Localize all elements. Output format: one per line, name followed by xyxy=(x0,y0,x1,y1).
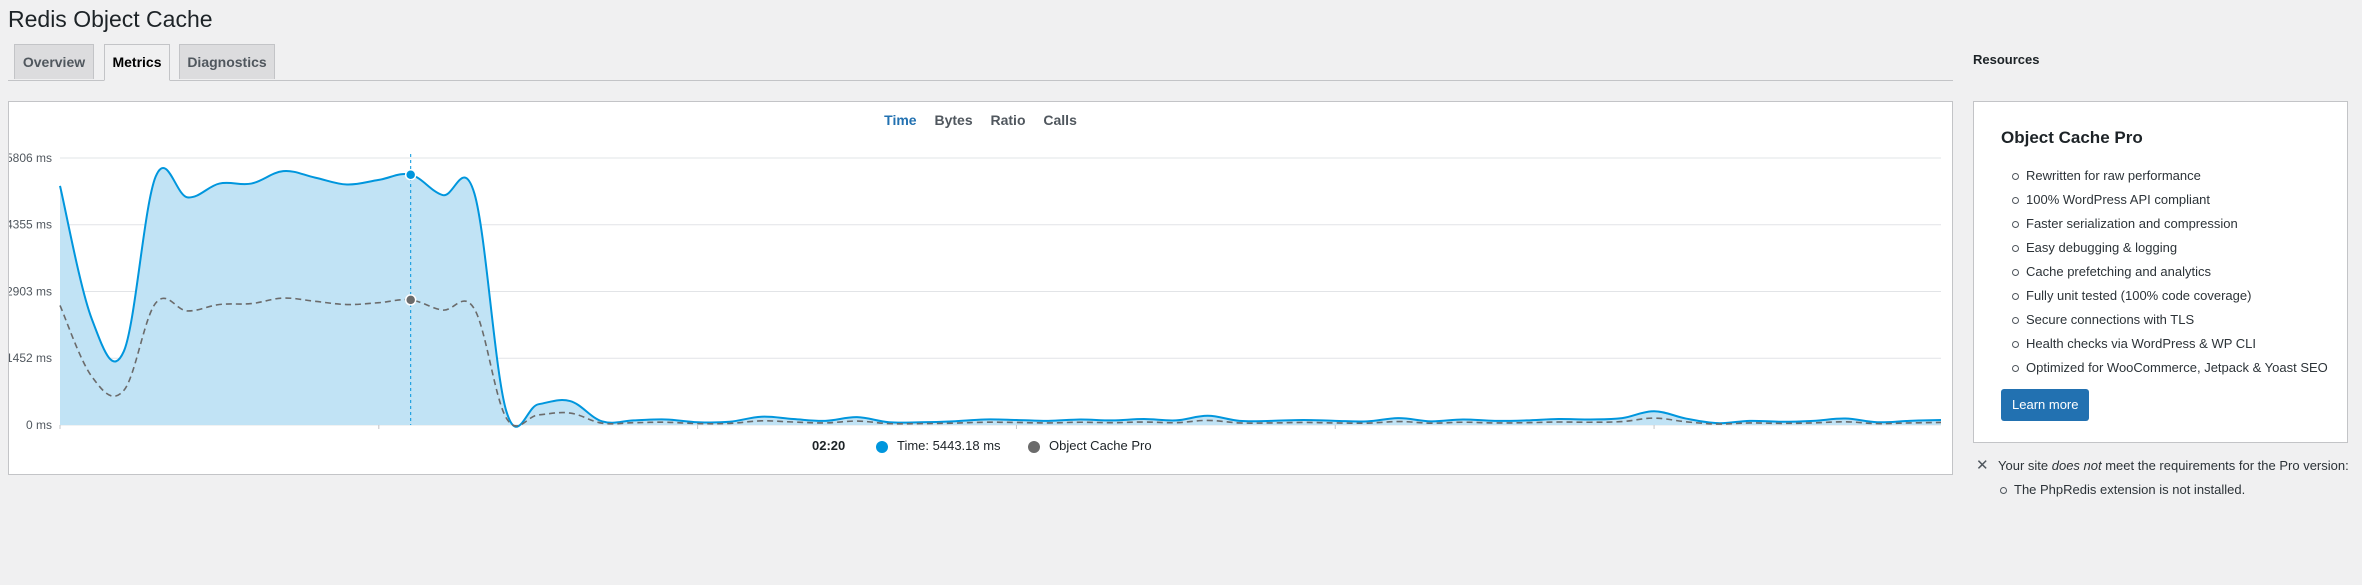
tab-metrics[interactable]: Metrics xyxy=(104,44,170,81)
tab-bar: Overview Metrics Diagnostics xyxy=(8,44,1953,81)
learn-more-button[interactable]: Learn more xyxy=(2001,389,2090,421)
requirements-suffix: meet the requirements for the Pro versio… xyxy=(2101,458,2349,473)
time-highlight-point xyxy=(404,168,417,181)
pro-highlight-point xyxy=(404,294,417,306)
close-x-icon: ✕ xyxy=(1976,457,1989,474)
metrics-chart-panel: Time Bytes Ratio Calls 5806 ms 4355 ms 290… xyxy=(8,101,1953,475)
y-tick-label: 4355 ms xyxy=(9,218,52,232)
feature-item: Easy debugging & logging xyxy=(2001,236,2320,260)
time-series-area xyxy=(60,167,1941,427)
feature-item: Faster serialization and compression xyxy=(2001,212,2320,236)
requirements-notice: ✕ Your site does not meet the requirement… xyxy=(1976,456,2356,500)
tooltip-pro-label: Object Cache Pro xyxy=(1049,438,1152,453)
resources-divider xyxy=(1973,79,2348,80)
y-tick-label: 0 ms xyxy=(26,418,52,432)
time-series-dot-icon xyxy=(876,441,888,453)
requirements-emphasis: does not xyxy=(2051,458,2102,473)
page-title: Redis Object Cache xyxy=(8,6,213,32)
feature-item: Secure connections with TLS xyxy=(2001,308,2320,332)
resources-heading: Resources xyxy=(1973,52,2040,67)
tooltip-time-value: Time: 5443.18 ms xyxy=(897,438,1001,453)
card-title: Object Cache Pro xyxy=(2001,128,2143,147)
tab-diagnostics[interactable]: Diagnostics xyxy=(179,44,275,79)
y-tick-label: 1452 ms xyxy=(9,351,52,365)
tab-overview[interactable]: Overview xyxy=(14,44,94,79)
feature-item: Rewritten for raw performance xyxy=(2001,164,2320,188)
feature-item: 100% WordPress API compliant xyxy=(2001,188,2320,212)
pro-series-dot-icon xyxy=(1028,441,1040,453)
y-tick-label: 5806 ms xyxy=(9,151,52,165)
feature-list: Rewritten for raw performance 100% WordP… xyxy=(2001,164,2328,380)
time-chart[interactable]: 5806 ms 4355 ms 2903 ms 1452 ms 0 ms xyxy=(9,102,1952,474)
page-root: Redis Object Cache Overview Metrics Diag… xyxy=(0,0,2362,585)
requirements-item: The PhpRedis extension is not installed. xyxy=(1976,480,2356,500)
feature-item: Optimized for WooCommerce, Jetpack & Yoa… xyxy=(2001,356,2328,380)
requirements-message: ✕ Your site does not meet the requirement… xyxy=(1976,456,2356,476)
requirements-prefix: Your site xyxy=(1998,458,2052,473)
feature-item: Health checks via WordPress & WP CLI xyxy=(2001,332,2320,356)
chart-tooltip: 02:20 Time: 5443.18 ms Object Cache Pro xyxy=(9,438,1952,458)
feature-item: Fully unit tested (100% code coverage) xyxy=(2001,284,2320,308)
y-tick-label: 2903 ms xyxy=(9,285,52,299)
tooltip-time: 02:20 xyxy=(812,438,846,453)
object-cache-pro-card: Object Cache Pro Rewritten for raw perfo… xyxy=(1973,101,2348,443)
feature-item: Cache prefetching and analytics xyxy=(2001,260,2320,284)
